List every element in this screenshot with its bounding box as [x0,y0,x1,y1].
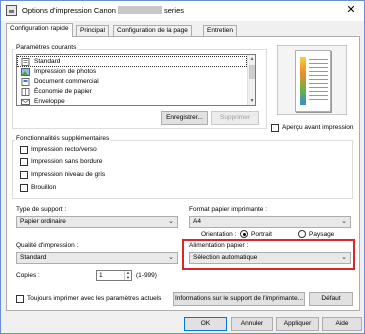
printer-icon [6,5,17,16]
preview-paper [295,50,331,112]
duplex-label: Impression recto/verso [31,146,97,153]
quality-select[interactable]: Standard ⌄ [16,252,178,264]
profiles-list[interactable]: Standard Impression de photos Document c… [16,54,256,106]
preview-checkbox-label: Aperçu avant impression [282,124,354,131]
paper-saving-icon [21,88,30,96]
help-button[interactable]: Aide [322,317,362,331]
copies-range: (1-999) [136,272,157,279]
portrait-radio[interactable] [240,230,248,238]
paper-size-label: Format papier imprimante : [189,206,268,213]
borderless-label: Impression sans bordure [31,158,103,165]
paper-source-label: Alimentation papier : [189,242,249,249]
save-button[interactable]: Enregistrer... [161,111,208,125]
list-item[interactable]: Enveloppe [18,97,246,105]
tab-main[interactable]: Principal [76,25,109,36]
media-info-button[interactable]: Informations sur le support de l'imprima… [173,292,305,306]
chevron-down-icon: ⌄ [341,218,347,225]
close-icon[interactable]: ✕ [344,3,358,17]
profiles-scrollbar[interactable]: ▲ ▼ [247,55,255,105]
borderless-checkbox[interactable] [20,158,28,166]
draft-checkbox[interactable] [20,184,28,192]
portrait-label: Portrait [251,231,272,238]
always-print-label: Toujours imprimer avec les paramètres ac… [27,295,162,302]
list-item[interactable]: Standard [17,56,247,67]
apply-button[interactable]: Appliquer [276,317,319,331]
grayscale-checkbox[interactable] [20,171,28,179]
title-bar: Options d'impression Canon series ✕ [1,1,364,21]
decrement-icon[interactable]: ▼ [125,275,131,281]
redacted-model-name [117,6,162,14]
print-preview [277,45,347,115]
preview-checkbox[interactable] [271,124,279,132]
print-options-window: Options d'impression Canon series ✕ Confi… [0,0,365,334]
chevron-down-icon: ⌄ [168,218,174,225]
landscape-label: Paysage [309,231,335,238]
scroll-down-icon[interactable]: ▼ [248,97,255,105]
delete-button[interactable]: Supprimer [211,111,259,125]
paper-size-select[interactable]: A4 ⌄ [189,216,351,228]
tab-maintenance[interactable]: Entretien [203,25,238,36]
paper-source-select[interactable]: Sélection automatique ⌄ [189,252,351,264]
always-print-checkbox[interactable] [16,295,24,303]
quality-label: Qualité d'impression : [16,242,79,249]
scroll-up-icon[interactable]: ▲ [248,55,255,63]
preview-image [300,57,306,105]
profiles-label: Paramètres courants [15,44,78,51]
scroll-thumb[interactable] [249,65,255,79]
list-item[interactable]: Impression de photos [18,67,246,76]
document-icon [21,58,30,66]
default-button[interactable]: Défaut [309,292,353,306]
draft-label: Brouillon [31,184,57,191]
photo-icon [21,68,30,76]
copies-label: Copies : [16,272,40,279]
landscape-radio[interactable] [298,230,306,238]
media-type-label: Type de support : [16,206,67,213]
window-title: Options d'impression Canon series [22,6,184,15]
ok-button[interactable]: OK [184,317,227,331]
tab-quick-setup[interactable]: Configuration rapide [6,23,73,37]
cancel-button[interactable]: Annuler [231,317,273,331]
duplex-checkbox[interactable] [20,146,28,154]
orientation-label: Orientation : [201,231,237,238]
chevron-down-icon: ⌄ [168,254,174,261]
features-label: Fonctionnalités supplémentaires [15,135,111,142]
envelope-icon [21,99,30,105]
business-document-icon [21,78,30,86]
tab-page-setup[interactable]: Configuration de la page [113,25,192,36]
copies-stepper[interactable]: 1 ▲ ▼ [96,270,132,281]
chevron-down-icon: ⌄ [341,254,347,261]
grayscale-label: Impression niveau de gris [31,171,106,178]
media-type-select[interactable]: Papier ordinaire ⌄ [16,216,178,228]
list-item[interactable]: Économie de papier [18,87,246,96]
list-item[interactable]: Document commercial [18,77,246,86]
